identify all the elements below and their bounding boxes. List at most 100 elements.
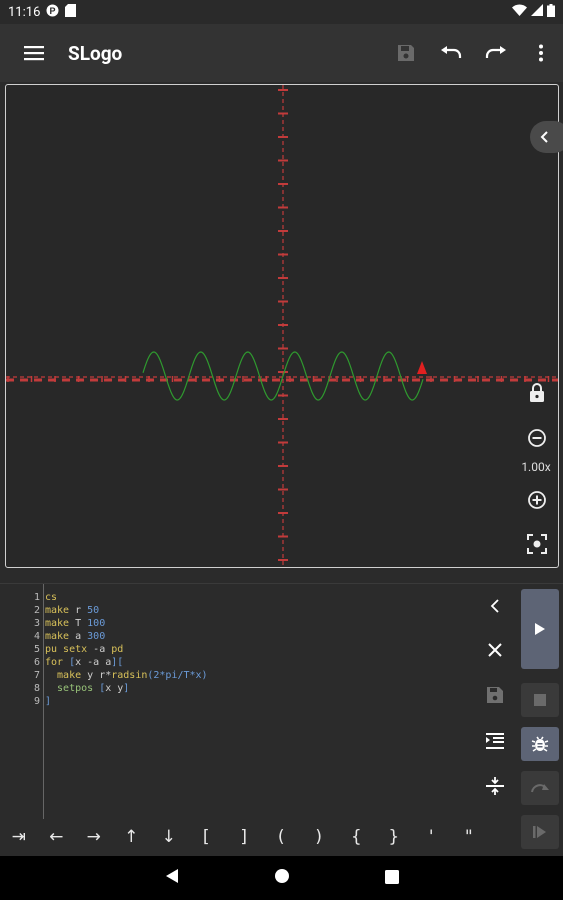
home-circle-icon (274, 869, 289, 883)
turtle-icon (417, 361, 427, 374)
save-button[interactable] (383, 24, 428, 82)
line-number: 5 (33, 644, 40, 655)
status-bar: 11:16 P (0, 0, 563, 24)
code-token: make (45, 670, 88, 681)
symbol-key[interactable]: → (75, 818, 113, 856)
code-token: pu setx (45, 644, 94, 655)
symbol-key[interactable]: ⇥ (0, 818, 38, 856)
line-number: 2 (33, 605, 40, 616)
code-line: make T 100 (45, 617, 208, 630)
redo-button[interactable] (473, 24, 518, 82)
zoom-out-button[interactable] (524, 425, 550, 451)
code-text[interactable]: cs make r 50 make T 100 make a 300 pu setx -… (45, 591, 208, 708)
code-token: (2*pi/T*x) (147, 670, 208, 681)
symbol-key[interactable]: ↑ (113, 818, 151, 856)
symbol-key[interactable]: ↓ (150, 818, 188, 856)
zoom-out-icon (528, 429, 546, 447)
code-token: x y (105, 683, 124, 694)
redo-icon (485, 46, 506, 58)
close-icon (488, 643, 502, 657)
play-icon (535, 623, 545, 635)
symbol-key[interactable]: ( (263, 818, 301, 856)
code-line: make r 50 (45, 604, 208, 617)
save-code-button[interactable] (483, 683, 507, 707)
code-line: setpos [x y] (45, 682, 208, 695)
save-icon (397, 45, 414, 61)
symbol-key[interactable]: { (338, 818, 376, 856)
sd-card-icon (65, 3, 77, 21)
code-token: ] (45, 696, 52, 707)
lock-button[interactable] (524, 380, 550, 406)
line-number: 6 (33, 657, 40, 668)
code-editor[interactable]: 123456789 cs make r 50 make T 100 make a 30… (0, 583, 563, 819)
signal-icon (531, 4, 543, 20)
chevron-left-icon (490, 599, 499, 613)
system-nav-bar (0, 856, 563, 900)
clear-button[interactable] (483, 638, 507, 662)
zoom-in-icon (528, 491, 546, 509)
code-token: make (45, 631, 76, 642)
code-token: 300 (87, 631, 106, 642)
run-button[interactable] (521, 589, 559, 669)
indent-icon (486, 733, 504, 749)
code-token: 50 (87, 605, 100, 616)
line-number: 7 (33, 670, 40, 681)
code-token: make (45, 605, 76, 616)
format-indent-button[interactable] (483, 729, 507, 753)
home-nav-button[interactable] (274, 868, 290, 888)
vertical-align-center-icon (486, 777, 504, 795)
coordinate-axes (6, 85, 558, 567)
back-nav-button[interactable] (165, 868, 179, 888)
insert-line-button[interactable] (483, 774, 507, 798)
zoom-in-button[interactable] (524, 487, 550, 513)
status-time: 11:16 (8, 4, 41, 20)
collapse-panel-button[interactable] (483, 594, 507, 618)
stop-button[interactable] (521, 683, 559, 717)
hamburger-icon (24, 46, 44, 61)
code-token: -a (93, 644, 112, 655)
center-view-button[interactable] (524, 531, 550, 557)
symbol-key[interactable]: ' (413, 818, 451, 856)
side-panel-toggle[interactable] (530, 121, 563, 153)
symbol-key[interactable]: " (450, 818, 488, 856)
code-token: radsin (111, 670, 148, 681)
symbol-key[interactable]: ) (300, 818, 338, 856)
symbol-key[interactable]: ] (225, 818, 263, 856)
undo-button[interactable] (428, 24, 473, 82)
stop-icon (534, 694, 546, 706)
code-token: for (45, 657, 70, 668)
code-token: T (75, 618, 88, 629)
debug-button[interactable] (521, 727, 559, 761)
line-number: 9 (33, 696, 40, 707)
canvas-drawing (6, 85, 558, 567)
symbol-key[interactable]: } (375, 818, 413, 856)
code-line: make a 300 (45, 630, 208, 643)
app-notification-icon: P (46, 4, 59, 21)
center-focus-icon (527, 534, 547, 554)
code-token: r (75, 605, 88, 616)
recents-nav-button[interactable] (384, 869, 399, 888)
code-token: pd (111, 644, 124, 655)
code-token: ] (123, 683, 130, 694)
chevron-left-icon (540, 131, 548, 143)
code-token: y r* (87, 670, 112, 681)
symbol-key[interactable]: ← (38, 818, 76, 856)
code-line: pu setx -a pd (45, 643, 208, 656)
line-number: 8 (33, 683, 40, 694)
code-token: make (45, 618, 76, 629)
recents-square-icon (384, 869, 399, 884)
step-over-button[interactable] (521, 771, 559, 805)
menu-button[interactable] (0, 24, 68, 82)
symbol-key[interactable]: [ (188, 818, 226, 856)
code-line: ] (45, 695, 208, 708)
bug-icon (531, 736, 549, 752)
redo-icon (531, 784, 549, 793)
code-line: cs (45, 591, 208, 604)
battery-icon (547, 3, 555, 21)
more-options-button[interactable] (518, 24, 563, 82)
lock-icon (530, 383, 544, 402)
turtle-canvas[interactable] (5, 84, 559, 568)
wifi-icon (512, 4, 527, 20)
code-token: setpos (45, 683, 100, 694)
code-token: cs (45, 592, 58, 603)
